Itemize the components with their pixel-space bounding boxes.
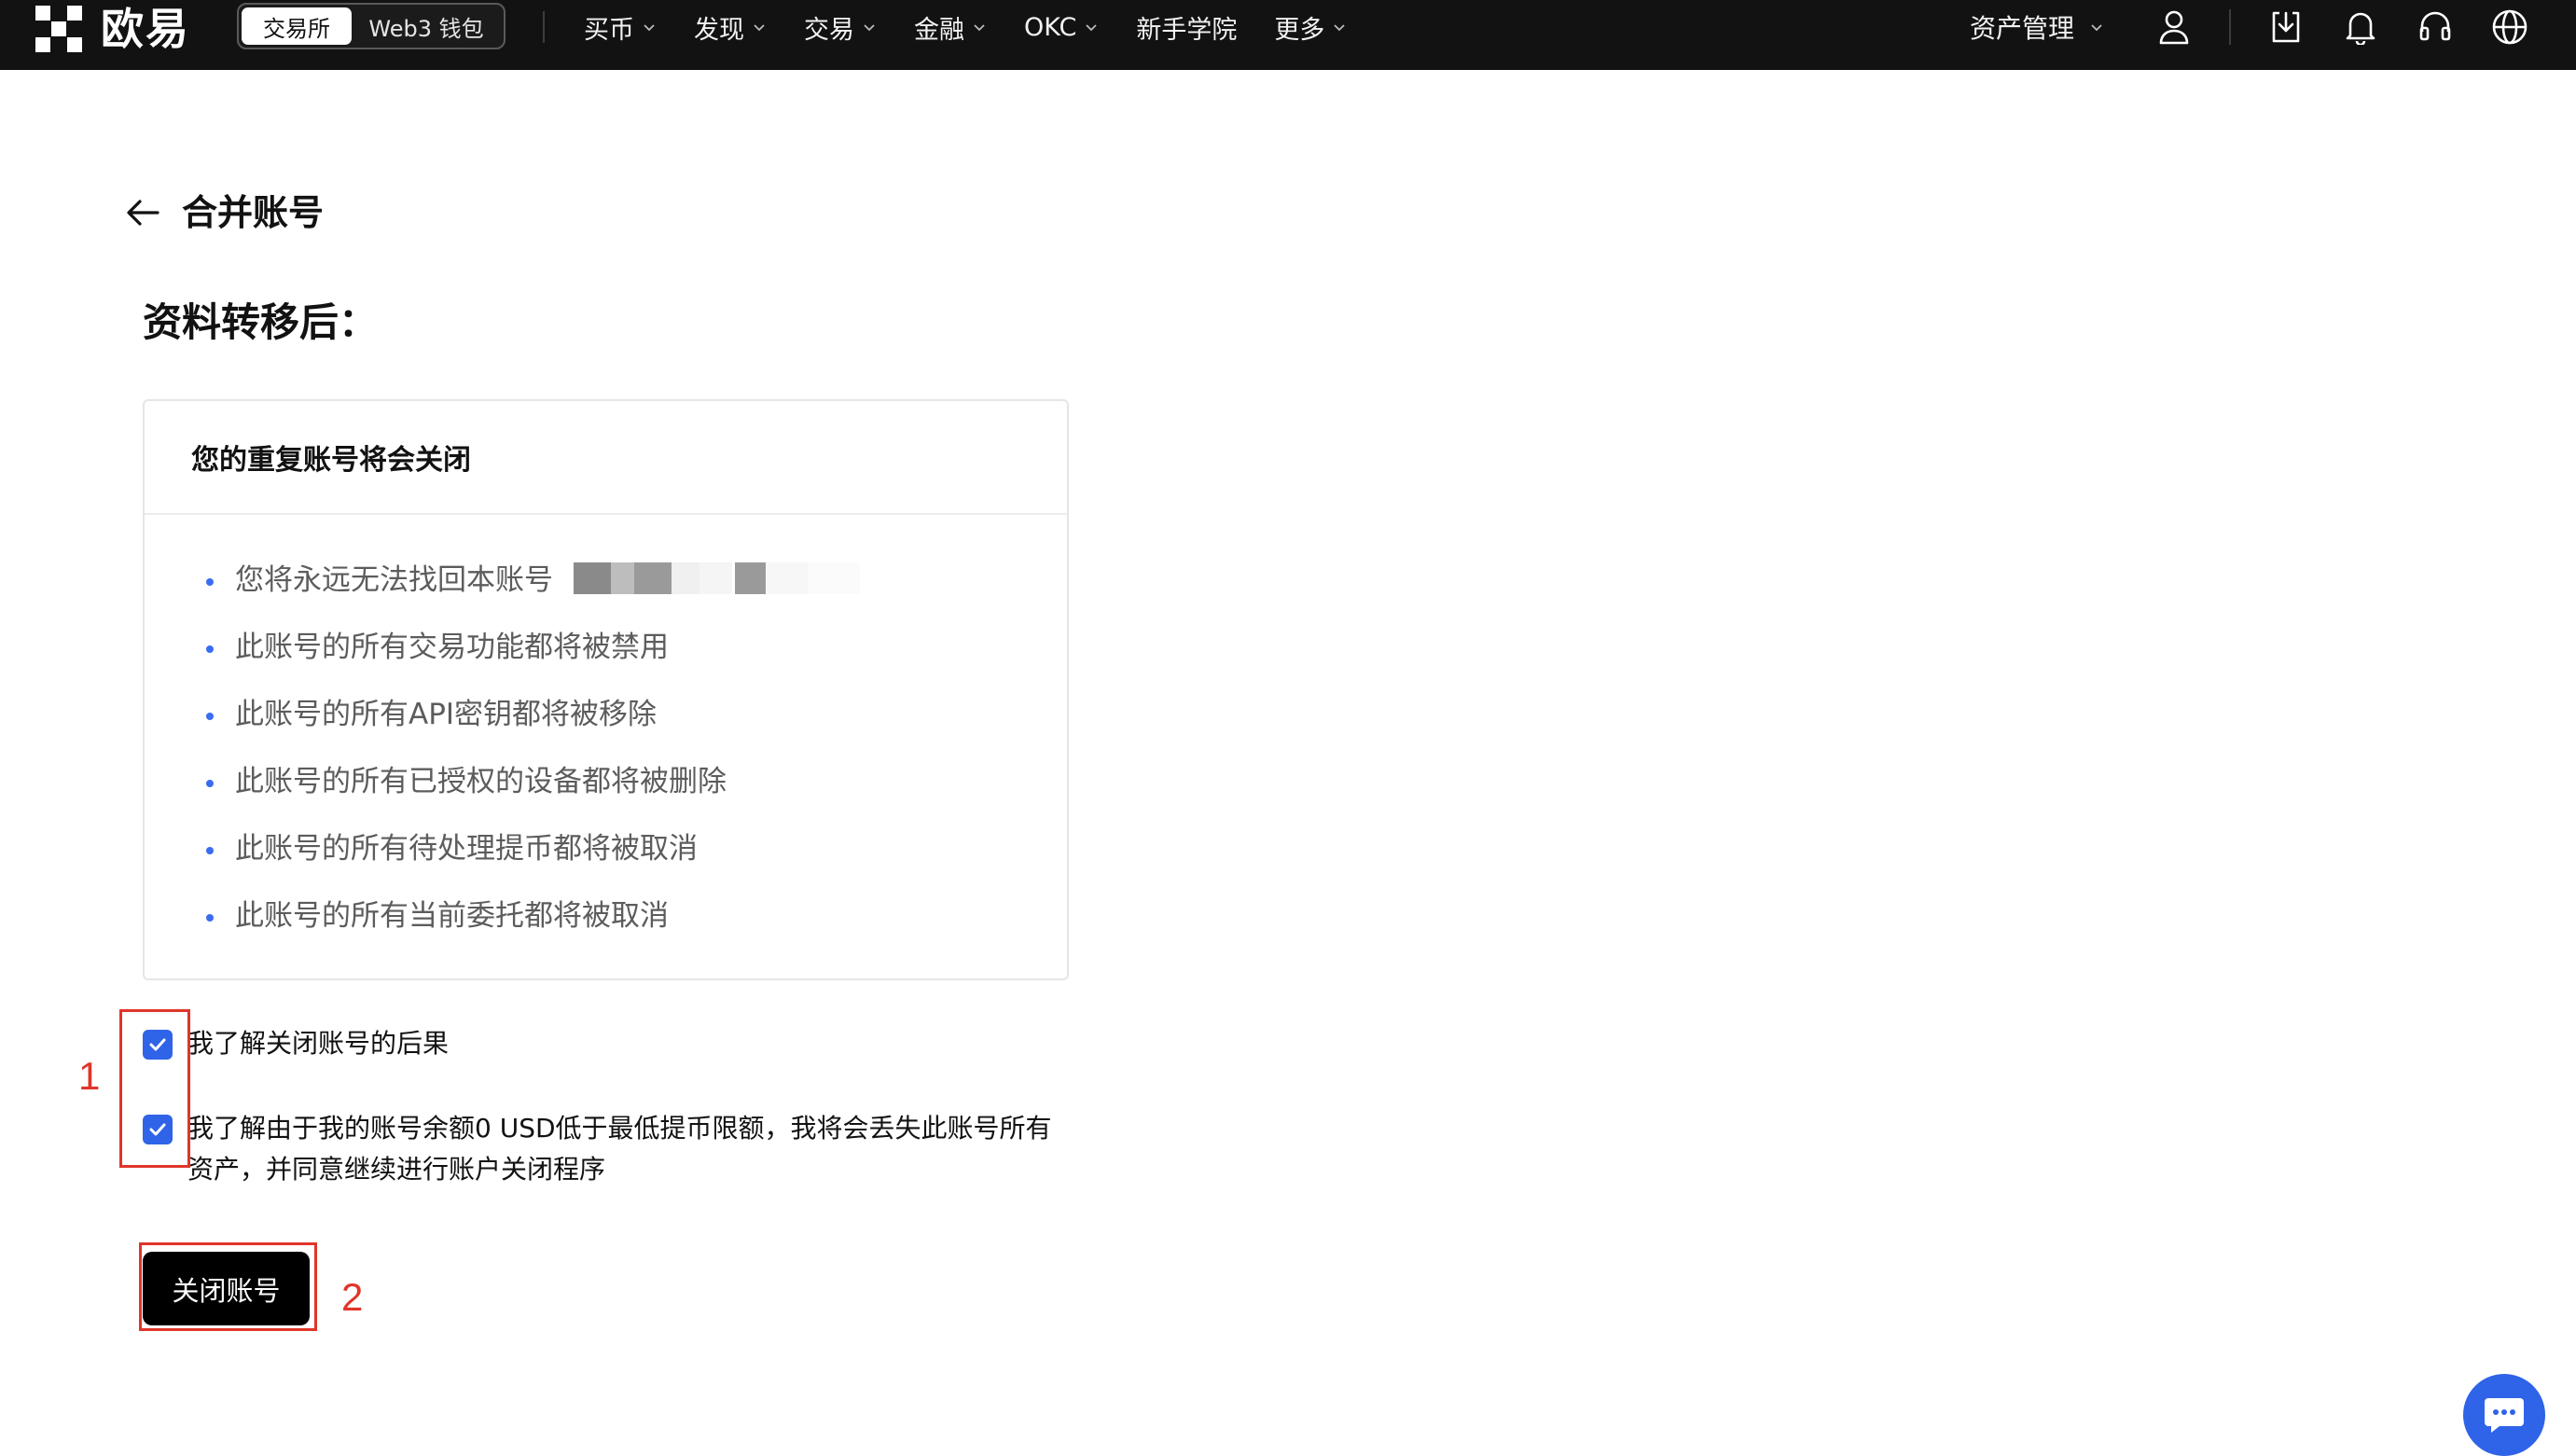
menu-okc[interactable]: OKC	[1024, 13, 1099, 42]
menu-more[interactable]: 更多	[1274, 9, 1347, 46]
menu-trade[interactable]: 交易	[804, 9, 877, 46]
logo-mark-icon	[35, 6, 82, 52]
globe-icon[interactable]	[2489, 7, 2530, 48]
annotation-box-checkboxes	[119, 1009, 190, 1168]
logo-text: 欧易	[101, 4, 190, 54]
download-icon[interactable]	[2265, 7, 2306, 48]
user-icon[interactable]	[2154, 7, 2195, 48]
consequences-card: 您的重复账号将会关闭 您将永远无法找回本账号 此账号的所有交易功能都将被禁用 此…	[143, 399, 1069, 980]
consequence-ack-label: 我了解关闭账号的后果	[187, 1028, 450, 1059]
headset-icon[interactable]	[2415, 7, 2456, 48]
list-item: 此账号的所有交易功能都将被禁用	[206, 614, 1067, 681]
annotation-number-2: 2	[341, 1275, 364, 1319]
chevron-down-icon	[1084, 20, 1099, 35]
list-item: 此账号的所有当前委托都将被取消	[206, 882, 1067, 950]
tab-web3-wallet[interactable]: Web3 钱包	[352, 7, 501, 45]
menu-finance[interactable]: 金融	[914, 9, 987, 46]
tab-exchange[interactable]: 交易所	[242, 7, 352, 45]
page-title: 合并账号	[182, 192, 325, 233]
list-item: 此账号的所有已授权的设备都将被删除	[206, 748, 1067, 815]
okx-logo[interactable]: 欧易	[35, 6, 190, 52]
menu-discover[interactable]: 发现	[694, 9, 767, 46]
top-nav: 欧易 交易所 Web3 钱包 买币 发现 交易 金融 OKC 新手学院 更多 资…	[0, 0, 2576, 70]
annotation-number-1: 1	[78, 1054, 101, 1098]
chevron-down-icon	[752, 20, 767, 35]
bell-icon[interactable]	[2340, 7, 2381, 48]
chevron-down-icon	[2089, 20, 2104, 35]
nav-icon-divider	[2229, 9, 2231, 45]
balance-ack-label: 我了解由于我的账号余额0 USD低于最低提币限额，我将会丢失此账号所有资产，并同…	[187, 1113, 1052, 1185]
asset-management-menu[interactable]: 资产管理	[1970, 0, 2119, 54]
nav-divider	[543, 11, 545, 43]
chevron-down-icon	[862, 20, 877, 35]
chevron-down-icon	[642, 20, 657, 35]
list-item: 此账号的所有API密钥都将被移除	[206, 681, 1067, 748]
menu-buy-crypto[interactable]: 买币	[584, 9, 657, 46]
main-menu: 买币 发现 交易 金融 OKC 新手学院 更多	[584, 0, 1384, 54]
annotation-box-button	[139, 1242, 317, 1331]
chevron-down-icon	[1332, 20, 1347, 35]
back-arrow-icon[interactable]	[123, 193, 162, 232]
list-item: 您将永远无法找回本账号	[206, 547, 1067, 614]
chat-support-button[interactable]	[2463, 1374, 2545, 1456]
list-item: 此账号的所有待处理提币都将被取消	[206, 815, 1067, 882]
consequences-list: 您将永远无法找回本账号 此账号的所有交易功能都将被禁用 此账号的所有API密钥都…	[145, 515, 1067, 950]
card-header: 您的重复账号将会关闭	[145, 401, 1067, 515]
redacted-account-id	[574, 562, 863, 594]
chevron-down-icon	[972, 20, 987, 35]
mode-switch: 交易所 Web3 钱包	[237, 3, 506, 49]
section-title: 资料转移后：	[143, 299, 379, 345]
chat-bubble-icon	[2485, 1398, 2524, 1433]
menu-academy[interactable]: 新手学院	[1136, 9, 1237, 46]
